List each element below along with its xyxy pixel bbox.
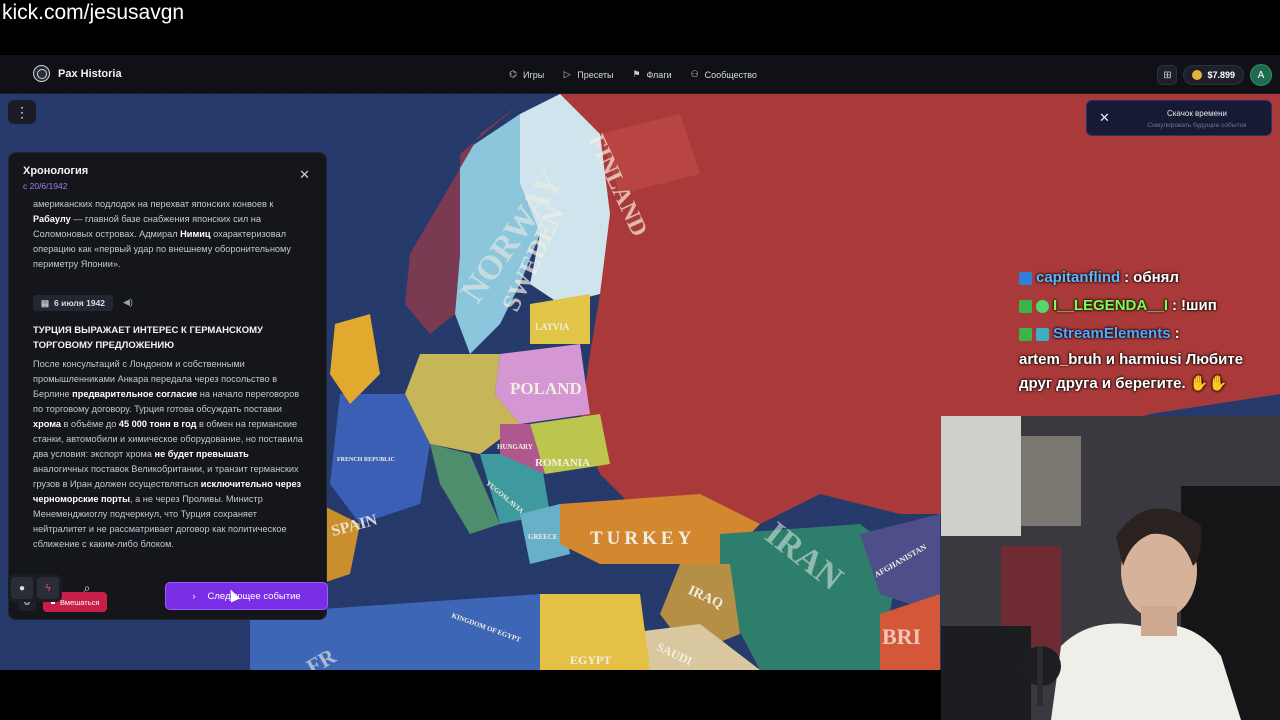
flag-icon: ⚑ (632, 69, 641, 79)
time-skip-panel[interactable]: ✕ Скачок времени Симулировать будущие со… (1086, 100, 1272, 136)
stream-chat-overlay: capitanflind : обнял I__LEGENDA__I : !ши… (1019, 264, 1269, 396)
next-event-button[interactable]: › Следующее событие (165, 582, 328, 610)
chat-separator: : (1172, 297, 1178, 314)
map-label: HUNGARY (497, 443, 533, 451)
chat-user: StreamElements (1053, 325, 1171, 342)
badge-icon (1019, 327, 1032, 341)
balance-pill[interactable]: $7.899 (1183, 65, 1244, 85)
badge-icon (1036, 299, 1049, 313)
event-date-chip: ▤ 6 июля 1942 (33, 295, 114, 311)
chevron-right-icon: › (192, 590, 196, 602)
map-label: POLAND (510, 379, 582, 398)
nav-label: Игры (523, 69, 545, 80)
chat-user: capitanflind (1036, 269, 1121, 286)
text-fragment: хрома (33, 419, 61, 429)
text-fragment: в объёме до (61, 419, 119, 429)
gift-icon[interactable]: ⊞ (1157, 65, 1178, 85)
text-fragment: не будет превышать (154, 449, 249, 459)
calendar-icon: ▤ (41, 297, 50, 308)
kebab-icon: ⋮ (15, 103, 29, 120)
logo-icon (33, 65, 50, 82)
chat-message: capitanflind : обнял (1019, 264, 1269, 292)
map-label: LATVIA (535, 322, 570, 332)
map-label: GREECE (528, 533, 558, 541)
next-event-label: Следующее событие (207, 590, 301, 602)
stream-frame: kick.com/jesusavgn Pax Historia ⌬ Игры ▷… (0, 0, 1280, 720)
balance-value: $7.899 (1207, 70, 1235, 80)
close-icon[interactable]: ✕ (299, 167, 310, 183)
webcam-feed (941, 416, 1280, 720)
text-fragment: 45 000 тонн в год (118, 419, 197, 429)
nav-item-flags[interactable]: ⚑ Флаги (632, 69, 672, 80)
top-navigation-bar: Pax Historia ⌬ Игры ▷ Пресеты ⚑ Флаги ⚇ … (0, 55, 1280, 94)
event-text: После консультаций с Лондоном и собствен… (33, 357, 305, 552)
chat-text: artem_bruh и harmiusi Любите друг друга … (1019, 351, 1244, 392)
map-label: BRI (882, 624, 921, 649)
text-fragment: Рабаулу (33, 214, 71, 224)
chat-text: !шип (1181, 297, 1217, 314)
time-skip-subtitle: Симулировать будущие события (1147, 122, 1247, 129)
timeline-panel: Хронология с 20/6/1942 ✕ американских по… (8, 152, 327, 620)
map-label: FRENCH REPUBLIC (337, 457, 395, 463)
brand-name: Pax Historia (58, 67, 122, 80)
chat-separator: : (1174, 325, 1180, 342)
badge-icon (1019, 271, 1032, 285)
nav-item-community[interactable]: ⚇ Сообщество (690, 69, 757, 80)
speaker-icon[interactable]: ◀) (123, 297, 133, 308)
tool-group: ● ϟ (8, 574, 62, 602)
map-label: EGYPT (570, 653, 611, 667)
controller-icon: ⌬ (509, 69, 517, 79)
chat-bubble-icon[interactable]: ● (11, 577, 33, 599)
nav-label: Сообщество (704, 69, 757, 80)
avatar[interactable]: A (1250, 64, 1272, 86)
nav-label: Пресеты (577, 69, 614, 80)
event-date: 6 июля 1942 (54, 298, 106, 308)
nav-item-games[interactable]: ⌬ Игры (508, 69, 544, 80)
lightning-icon[interactable]: ϟ (37, 577, 59, 599)
stream-url: kick.com/jesusavgn (2, 1, 185, 24)
more-menu-button[interactable]: ⋮ (8, 100, 36, 124)
map-label: TURKEY (590, 528, 695, 549)
timeline-title: Хронология (23, 165, 89, 177)
account-area: ⊞ $7.899 A (1157, 64, 1272, 86)
nav-item-presets[interactable]: ▷ Пресеты (562, 69, 614, 80)
nav-label: Флаги (646, 69, 672, 80)
text-fragment: американских подлодок на перехват японск… (33, 199, 274, 209)
bottom-toolbar: ● ϟ ⌕ (8, 574, 98, 602)
text-fragment: Нимиц (180, 229, 211, 239)
badge-icon (1019, 299, 1032, 313)
map-label: ROMANIA (535, 457, 590, 469)
main-nav: ⌬ Игры ▷ Пресеты ⚑ Флаги ⚇ Сообщество (508, 55, 757, 94)
chat-separator: : (1124, 269, 1130, 286)
previous-event-text: американских подлодок на перехват японск… (33, 197, 303, 272)
text-fragment: предварительное согласие (72, 389, 198, 399)
play-icon: ▷ (563, 69, 571, 79)
chat-message: I__LEGENDA__I : !шип (1019, 292, 1269, 320)
brand[interactable]: Pax Historia (33, 65, 122, 82)
close-icon[interactable]: ✕ (1099, 110, 1110, 126)
coin-icon (1192, 70, 1203, 80)
chat-text: обнял (1133, 269, 1179, 286)
badge-icon (1036, 327, 1049, 341)
users-icon: ⚇ (690, 69, 699, 79)
time-skip-title: Скачок времени (1166, 109, 1228, 118)
chat-message: StreamElements : artem_bruh и harmiusi Л… (1019, 320, 1269, 396)
chat-user: I__LEGENDA__I (1053, 297, 1169, 314)
search-icon[interactable]: ⌕ (76, 577, 98, 599)
event-title: ТУРЦИЯ ВЫРАЖАЕТ ИНТЕРЕС К ГЕРМАНСКОМУ ТО… (33, 325, 263, 351)
timeline-date: с 20/6/1942 (23, 181, 68, 191)
